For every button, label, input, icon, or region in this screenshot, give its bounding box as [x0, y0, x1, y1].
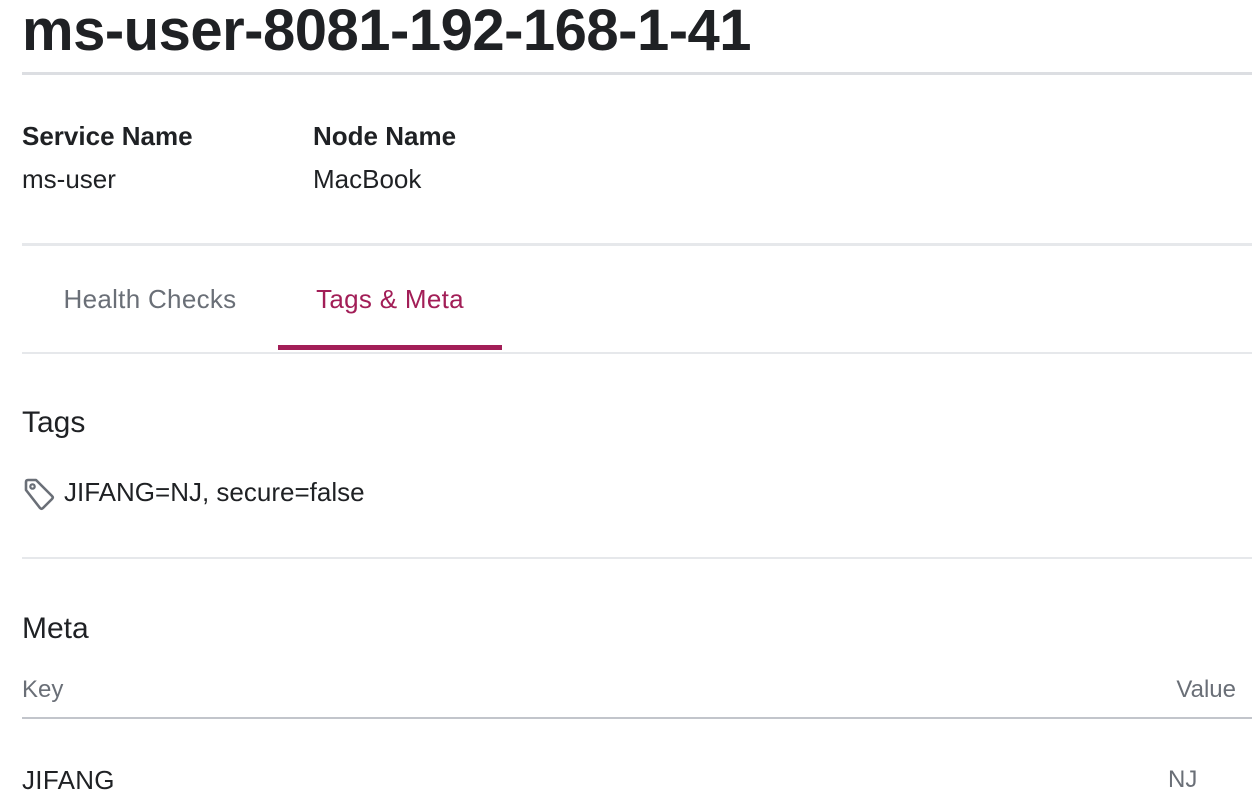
node-name-label: Node Name: [313, 121, 457, 151]
tags-heading: Tags: [22, 406, 86, 439]
meta-column-key: Key: [22, 676, 64, 703]
tags-divider: [22, 557, 1252, 559]
active-tab-indicator: [278, 345, 502, 350]
tab-health-checks[interactable]: Health Checks: [22, 246, 278, 352]
node-name-value: MacBook: [313, 164, 422, 194]
service-name-label: Service Name: [22, 121, 193, 151]
tab-bar-divider: [22, 352, 1252, 354]
meta-heading: Meta: [22, 612, 89, 645]
service-name-value: ms-user: [22, 164, 116, 194]
meta-header-divider: [22, 717, 1252, 719]
meta-row-key: JIFANG: [22, 765, 115, 795]
table-row: JIFANG NJ: [22, 762, 1252, 802]
tab-bar: Health Checks Tags & Meta: [22, 246, 1252, 352]
tag-list: JIFANG=NJ, secure=false: [22, 472, 365, 512]
tag-list-text: JIFANG=NJ, secure=false: [64, 477, 365, 507]
tag-icon: [22, 472, 58, 512]
meta-row-value: NJ: [1168, 766, 1198, 793]
meta-table-header: Key Value: [22, 672, 1252, 716]
tab-tags-meta[interactable]: Tags & Meta: [278, 246, 502, 352]
instance-detail-page: ms-user-8081-192-168-1-41 Service Name m…: [0, 0, 1252, 812]
service-name-field: Service Name ms-user: [22, 118, 193, 197]
node-name-field: Node Name MacBook: [313, 118, 456, 197]
title-divider: [22, 72, 1252, 75]
meta-column-value: Value: [1176, 676, 1236, 703]
page-title: ms-user-8081-192-168-1-41: [22, 0, 752, 63]
